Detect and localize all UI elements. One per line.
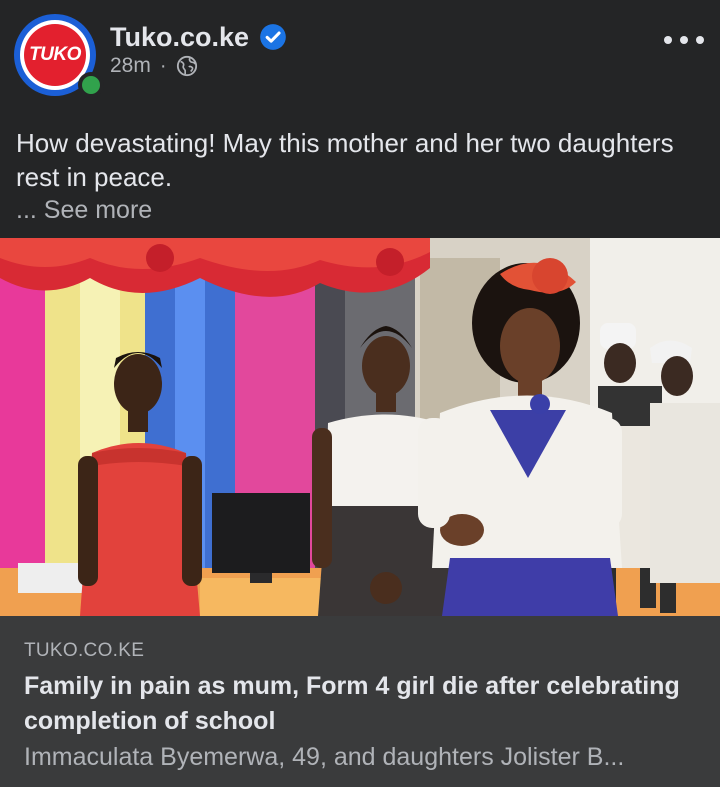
page-name-row: Tuko.co.ke	[110, 20, 287, 54]
post-header: TUKO Tuko.co.ke 28m ·	[0, 0, 720, 110]
link-domain: TUKO.CO.KE	[24, 640, 145, 661]
post-text: How devastating! May this mother and her…	[16, 128, 674, 192]
post-photo[interactable]	[0, 238, 720, 616]
link-description: Immaculata Byemerwa, 49, and daughters J…	[24, 743, 625, 771]
facebook-post: TUKO Tuko.co.ke 28m · How devastating! M…	[0, 0, 720, 787]
page-name[interactable]: Tuko.co.ke	[110, 22, 249, 53]
link-title[interactable]: Family in pain as mum, Form 4 girl die a…	[24, 669, 704, 739]
tuko-logo: TUKO	[24, 24, 86, 86]
page-avatar[interactable]: TUKO	[14, 14, 104, 100]
photo-illustration	[0, 238, 720, 616]
verified-badge-icon	[260, 24, 286, 50]
see-more-link[interactable]: ... See more	[16, 193, 152, 227]
avatar-logo-text: TUKO	[29, 44, 81, 65]
meta-separator: ·	[159, 54, 167, 77]
post-timestamp[interactable]: 28m	[110, 54, 151, 78]
more-options-icon[interactable]	[664, 30, 704, 50]
post-meta: 28m ·	[110, 52, 198, 80]
globe-icon	[176, 55, 197, 77]
online-status-dot	[78, 72, 104, 98]
